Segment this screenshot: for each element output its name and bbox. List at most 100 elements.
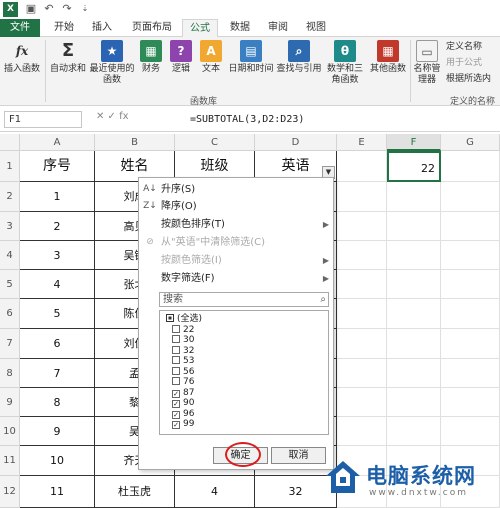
sort-by-color-item[interactable]: 按颜色排序(T) ▶ [161, 216, 331, 233]
cell[interactable] [441, 329, 500, 359]
cell[interactable] [387, 417, 441, 446]
cell[interactable]: 11 [20, 476, 95, 508]
cell[interactable]: 2 [20, 212, 95, 241]
cell[interactable] [387, 270, 441, 299]
column-header[interactable]: E [337, 134, 387, 151]
row-header[interactable]: 1 [0, 151, 20, 182]
create-from-selection-button[interactable]: 根据所选内 [446, 73, 491, 85]
sort-ascending-item[interactable]: 升序(S) [161, 181, 331, 198]
cell[interactable]: 4 [20, 270, 95, 299]
checkbox-icon[interactable]: ✓ [172, 389, 180, 398]
filter-value-item[interactable]: 32 [172, 345, 194, 356]
cell[interactable] [441, 417, 500, 446]
sort-descending-item[interactable]: 降序(O) [161, 198, 331, 215]
row-header[interactable]: 4 [0, 241, 20, 270]
cell[interactable] [387, 329, 441, 359]
formula-input[interactable]: =SUBTOTAL(3,D2:D23) [190, 111, 495, 128]
filter-value-item[interactable]: 22 [172, 324, 194, 335]
cell[interactable] [441, 182, 500, 212]
tab-page-layout[interactable]: 页面布局 [126, 19, 178, 37]
formula-bar-icons[interactable]: ✕ ✓ fx [96, 111, 129, 128]
save-icon[interactable]: ▣ [24, 2, 38, 16]
tab-insert[interactable]: 插入 [86, 19, 118, 37]
filter-value-item[interactable]: (全选) [166, 314, 202, 324]
customize-icon[interactable]: ⇣ [78, 2, 92, 16]
cell[interactable] [337, 212, 387, 241]
row-header[interactable]: 6 [0, 299, 20, 329]
checkbox-icon[interactable] [172, 324, 180, 333]
cell[interactable]: 1 [20, 182, 95, 212]
header-cell[interactable]: 序号 [20, 151, 95, 182]
cell[interactable] [337, 151, 387, 182]
name-manager-button[interactable]: ▭ 名称管理器 [412, 40, 442, 86]
cell[interactable]: 7 [20, 359, 95, 388]
checkbox-icon[interactable] [172, 356, 180, 364]
financial-button[interactable]: ▦ 财务 [138, 40, 164, 75]
cell[interactable]: 杜玉虎 [95, 476, 175, 508]
cell[interactable] [441, 388, 500, 417]
text-button[interactable]: A 文本 [198, 40, 224, 75]
cell[interactable] [441, 299, 500, 329]
filter-value-item[interactable]: 76 [172, 377, 194, 387]
cell[interactable]: 10 [20, 446, 95, 476]
cell[interactable] [441, 212, 500, 241]
checkbox-icon[interactable]: ✓ [172, 410, 180, 419]
tab-view[interactable]: 视图 [300, 19, 332, 37]
column-header[interactable]: B [95, 134, 175, 151]
row-header[interactable]: 7 [0, 329, 20, 359]
cell[interactable] [337, 182, 387, 212]
tab-file[interactable]: 文件 [0, 19, 40, 37]
cell[interactable] [337, 329, 387, 359]
name-box[interactable]: F1 [4, 111, 82, 128]
date-time-button[interactable]: ▤ 日期和时间 [228, 40, 274, 75]
more-functions-button[interactable]: ▦ 其他函数 [368, 40, 408, 75]
cell[interactable] [337, 359, 387, 388]
cell[interactable] [441, 241, 500, 270]
row-header[interactable]: 10 [0, 417, 20, 446]
column-header[interactable]: A [20, 134, 95, 151]
column-header-selected[interactable]: F [387, 134, 441, 151]
checkbox-icon[interactable] [172, 366, 180, 375]
tab-formulas[interactable]: 公式 [182, 19, 218, 38]
filter-value-item[interactable]: 53 [172, 356, 194, 366]
row-header[interactable]: 5 [0, 270, 20, 299]
select-all-corner[interactable] [0, 134, 20, 151]
checkbox-icon[interactable] [172, 345, 180, 354]
define-name-button[interactable]: 定义名称 [446, 41, 482, 53]
filter-value-item[interactable]: ✓ 90 [172, 398, 194, 408]
tab-data[interactable]: 数据 [224, 19, 256, 37]
cell[interactable] [387, 388, 441, 417]
recent-functions-button[interactable]: ★ 最近使用的函数 [88, 40, 136, 86]
checkbox-icon[interactable] [166, 314, 174, 322]
insert-function-button[interactable]: fx 插入函数 [2, 40, 42, 75]
row-header[interactable]: 2 [0, 182, 20, 212]
tab-review[interactable]: 审阅 [262, 19, 294, 37]
cell[interactable] [337, 388, 387, 417]
cell[interactable]: 9 [20, 417, 95, 446]
cell[interactable] [337, 270, 387, 299]
checkbox-icon[interactable]: ✓ [172, 421, 180, 429]
row-header[interactable]: 8 [0, 359, 20, 388]
filter-value-item[interactable]: 56 [172, 366, 194, 377]
row-header[interactable]: 9 [0, 388, 20, 417]
filter-search-input[interactable]: 搜索 ⌕ [159, 292, 329, 307]
row-header[interactable]: 11 [0, 446, 20, 476]
checkbox-icon[interactable] [172, 377, 180, 385]
cell[interactable] [387, 299, 441, 329]
cell[interactable] [387, 212, 441, 241]
column-header[interactable]: G [441, 134, 500, 151]
cell[interactable]: 5 [20, 299, 95, 329]
cell[interactable]: 6 [20, 329, 95, 359]
cell[interactable]: 3 [20, 241, 95, 270]
autosum-button[interactable]: Σ 自动求和 [48, 40, 88, 75]
cell[interactable] [337, 417, 387, 446]
cell[interactable]: 4 [175, 476, 255, 508]
checkbox-icon[interactable] [172, 335, 180, 343]
cell[interactable] [387, 182, 441, 212]
lookup-reference-button[interactable]: ⌕ 查找与引用 [276, 40, 322, 75]
cell[interactable] [337, 241, 387, 270]
logical-button[interactable]: ? 逻辑 [168, 40, 194, 75]
number-filters-item[interactable]: 数字筛选(F) ▶ [161, 270, 331, 287]
column-header[interactable]: C [175, 134, 255, 151]
clear-filter-item[interactable]: 从"英语"中清除筛选(C) [161, 234, 331, 251]
